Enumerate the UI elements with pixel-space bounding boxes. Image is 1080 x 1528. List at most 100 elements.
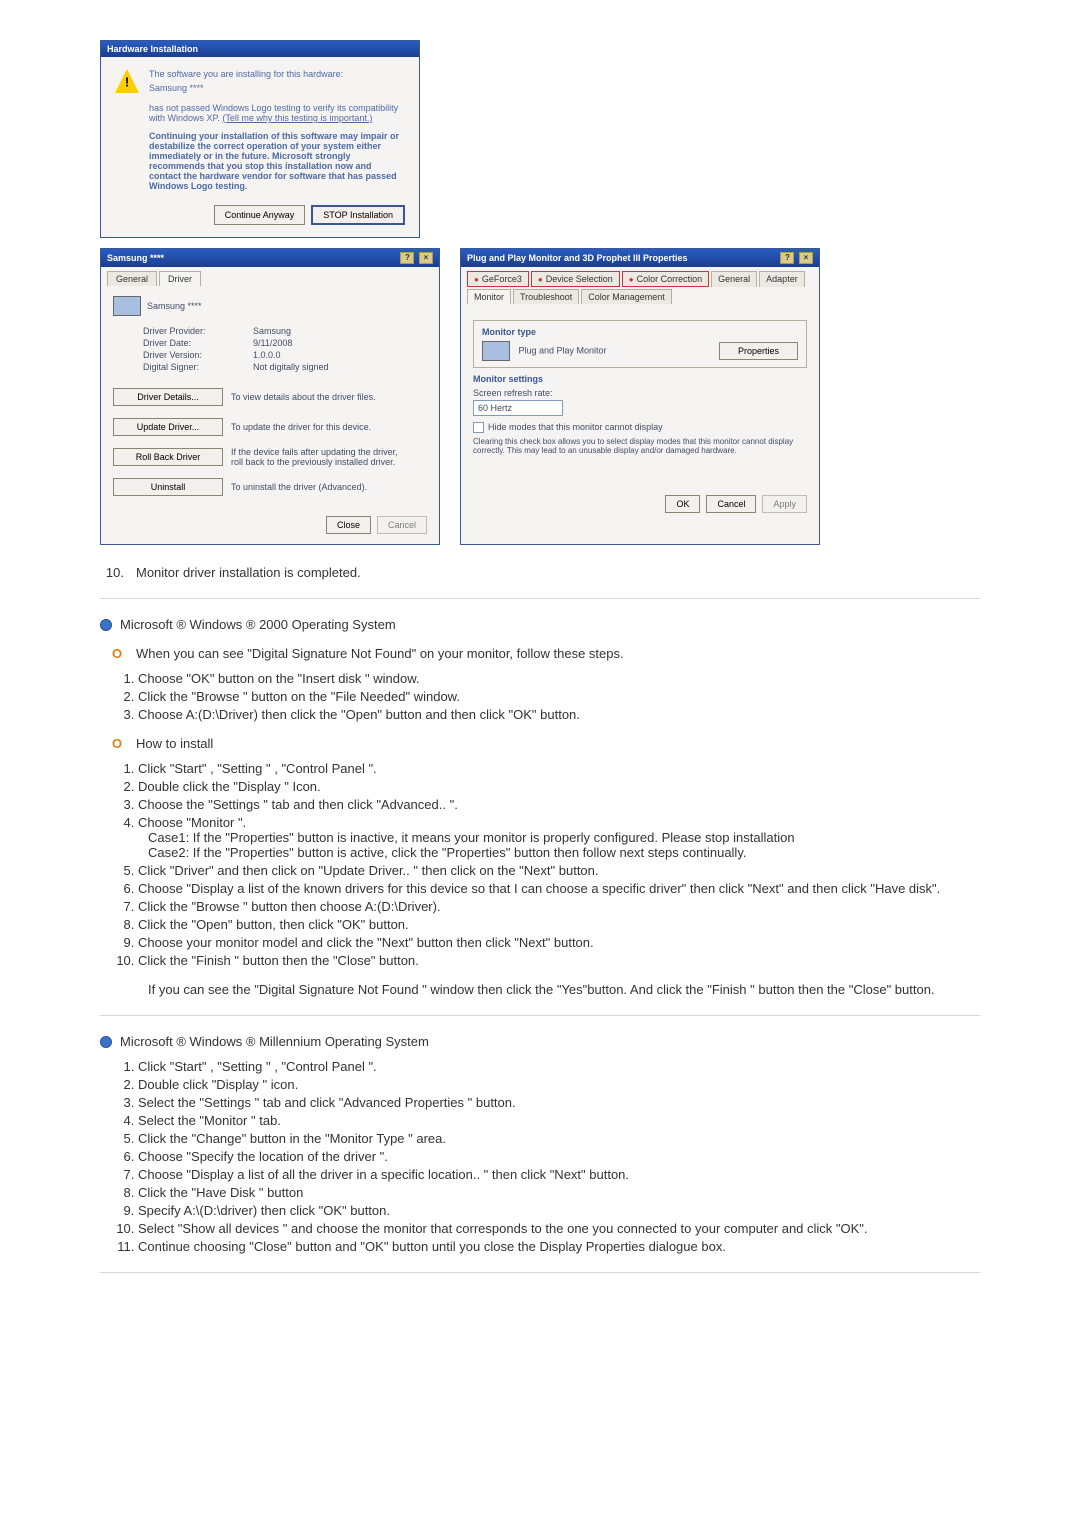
monitor-type-value: Plug and Play Monitor (519, 345, 607, 355)
tab-monitor[interactable]: Monitor (467, 289, 511, 304)
step4-text: Choose "Monitor ". (138, 815, 246, 830)
dsig-step: Choose A:(D:\Driver) then click the "Ope… (138, 707, 980, 722)
help-icon[interactable]: ? (400, 252, 414, 264)
uninstall-button[interactable]: Uninstall (113, 478, 223, 496)
refresh-rate-label: Screen refresh rate: (473, 388, 553, 398)
ok-button[interactable]: OK (665, 495, 700, 513)
tab-driver[interactable]: Driver (159, 271, 201, 286)
hide-modes-label: Hide modes that this monitor cannot disp… (488, 422, 663, 432)
pnp-monitor-properties-dialog: Plug and Play Monitor and 3D Prophet III… (460, 248, 820, 545)
close-icon[interactable]: × (799, 252, 813, 264)
hw-device-name: Samsung **** (149, 83, 405, 93)
divider (100, 598, 980, 599)
hw-link[interactable]: (Tell me why this testing is important.) (222, 113, 372, 123)
bullet-orange-icon (106, 647, 128, 661)
monitor-type-label: Monitor type (482, 327, 798, 337)
rollback-desc: If the device fails after updating the d… (231, 447, 411, 467)
dsig-line: When you can see "Digital Signature Not … (136, 646, 624, 661)
post-note: If you can see the "Digital Signature No… (148, 982, 980, 997)
device-name: Samsung **** (147, 301, 202, 311)
howto-label: How to install (136, 736, 213, 751)
winme-steps-list: Click "Start" , "Setting " , "Control Pa… (138, 1059, 980, 1254)
driver-details-button[interactable]: Driver Details... (113, 388, 223, 406)
signer-label: Digital Signer: (143, 362, 253, 372)
step-10-line: 10. Monitor driver installation is compl… (100, 565, 980, 580)
hide-modes-checkbox[interactable] (473, 422, 484, 433)
bullet-icon (100, 1036, 112, 1048)
dialog-titlebar: Hardware Installation (101, 41, 419, 57)
hw-line1: The software you are installing for this… (149, 69, 343, 79)
winme-step: Click the "Have Disk " button (138, 1185, 980, 1200)
bullet-icon (100, 619, 112, 631)
hardware-installation-dialog: Hardware Installation The software you a… (100, 40, 420, 238)
win2000-section-title: Microsoft ® Windows ® 2000 Operating Sys… (100, 617, 980, 632)
install-step: Choose "Monitor ". Case1: If the "Proper… (138, 815, 980, 860)
stop-installation-button[interactable]: STOP Installation (311, 205, 405, 225)
monitor-icon (482, 341, 510, 361)
winme-section-title: Microsoft ® Windows ® Millennium Operati… (100, 1034, 980, 1049)
dsig-steps-list: Choose "OK" button on the "Insert disk "… (138, 671, 980, 722)
tab-geforce3[interactable]: GeForce3 (467, 271, 529, 287)
warning-icon (115, 69, 139, 93)
continue-anyway-button[interactable]: Continue Anyway (214, 205, 306, 225)
winme-step: Select the "Monitor " tab. (138, 1113, 980, 1128)
samsung-properties-dialog: Samsung **** ? × General Driver Samsung … (100, 248, 440, 545)
tab-general[interactable]: General (107, 271, 157, 286)
tab-device-selection[interactable]: Device Selection (531, 271, 620, 287)
date-value: 9/11/2008 (253, 338, 292, 348)
dialog-title: Hardware Installation (107, 44, 198, 54)
winme-step: Select "Show all devices " and choose th… (138, 1221, 980, 1236)
dialog-titlebar: Plug and Play Monitor and 3D Prophet III… (461, 249, 819, 267)
winme-step: Select the "Settings " tab and click "Ad… (138, 1095, 980, 1110)
rollback-driver-button[interactable]: Roll Back Driver (113, 448, 223, 466)
install-step: Double click the "Display " Icon. (138, 779, 980, 794)
install-step: Choose your monitor model and click the … (138, 935, 980, 950)
window-controls: ? × (778, 252, 813, 264)
winme-step: Specify A:\(D:\driver) then click "OK" b… (138, 1203, 980, 1218)
install-step: Click "Start" , "Setting " , "Control Pa… (138, 761, 980, 776)
screenshots-group: Hardware Installation The software you a… (100, 40, 980, 545)
details-desc: To view details about the driver files. (231, 392, 411, 402)
tab-color-management[interactable]: Color Management (581, 289, 672, 304)
tab-troubleshoot[interactable]: Troubleshoot (513, 289, 579, 304)
close-icon[interactable]: × (419, 252, 433, 264)
provider-value: Samsung (253, 326, 291, 336)
version-label: Driver Version: (143, 350, 253, 360)
hw-warning-text: Continuing your installation of this sof… (149, 131, 405, 191)
divider (100, 1015, 980, 1016)
dsig-subtitle: When you can see "Digital Signature Not … (106, 646, 980, 661)
case2: Case2: If the "Properties" button is act… (148, 845, 980, 860)
dsig-step: Click the "Browse " button on the "File … (138, 689, 980, 704)
winme-step: Click "Start" , "Setting " , "Control Pa… (138, 1059, 980, 1074)
step-number: 10. (100, 565, 124, 580)
os-title: Microsoft ® Windows ® 2000 Operating Sys… (120, 617, 396, 632)
step-text: Monitor driver installation is completed… (136, 565, 361, 580)
tab-color-correction[interactable]: Color Correction (622, 271, 709, 287)
install-step: Click the "Open" button, then click "OK"… (138, 917, 980, 932)
install-step: Click "Driver" and then click on "Update… (138, 863, 980, 878)
dialog-title: Plug and Play Monitor and 3D Prophet III… (467, 253, 688, 263)
properties-button[interactable]: Properties (719, 342, 798, 360)
cancel-button[interactable]: Cancel (706, 495, 756, 513)
uninstall-desc: To uninstall the driver (Advanced). (231, 482, 411, 492)
install-step: Click the "Finish " button then the "Clo… (138, 953, 980, 968)
dialog-title: Samsung **** (107, 253, 164, 263)
tab-general[interactable]: General (711, 271, 757, 287)
tab-adapter[interactable]: Adapter (759, 271, 805, 287)
install-step: Choose "Display a list of the known driv… (138, 881, 980, 896)
monitor-settings-label: Monitor settings (473, 374, 807, 384)
cancel-button: Cancel (377, 516, 427, 534)
help-icon[interactable]: ? (780, 252, 794, 264)
refresh-rate-select[interactable]: 60 Hertz (473, 400, 563, 416)
install-step: Click the "Browse " button then choose A… (138, 899, 980, 914)
close-button[interactable]: Close (326, 516, 371, 534)
date-label: Driver Date: (143, 338, 253, 348)
install-steps-list: Click "Start" , "Setting " , "Control Pa… (138, 761, 980, 968)
apply-button: Apply (762, 495, 807, 513)
update-desc: To update the driver for this device. (231, 422, 411, 432)
case1: Case1: If the "Properties" button is ina… (148, 830, 980, 845)
winme-step: Choose "Display a list of all the driver… (138, 1167, 980, 1182)
bullet-orange-icon (106, 737, 128, 751)
hide-modes-desc: Clearing this check box allows you to se… (473, 437, 807, 455)
update-driver-button[interactable]: Update Driver... (113, 418, 223, 436)
